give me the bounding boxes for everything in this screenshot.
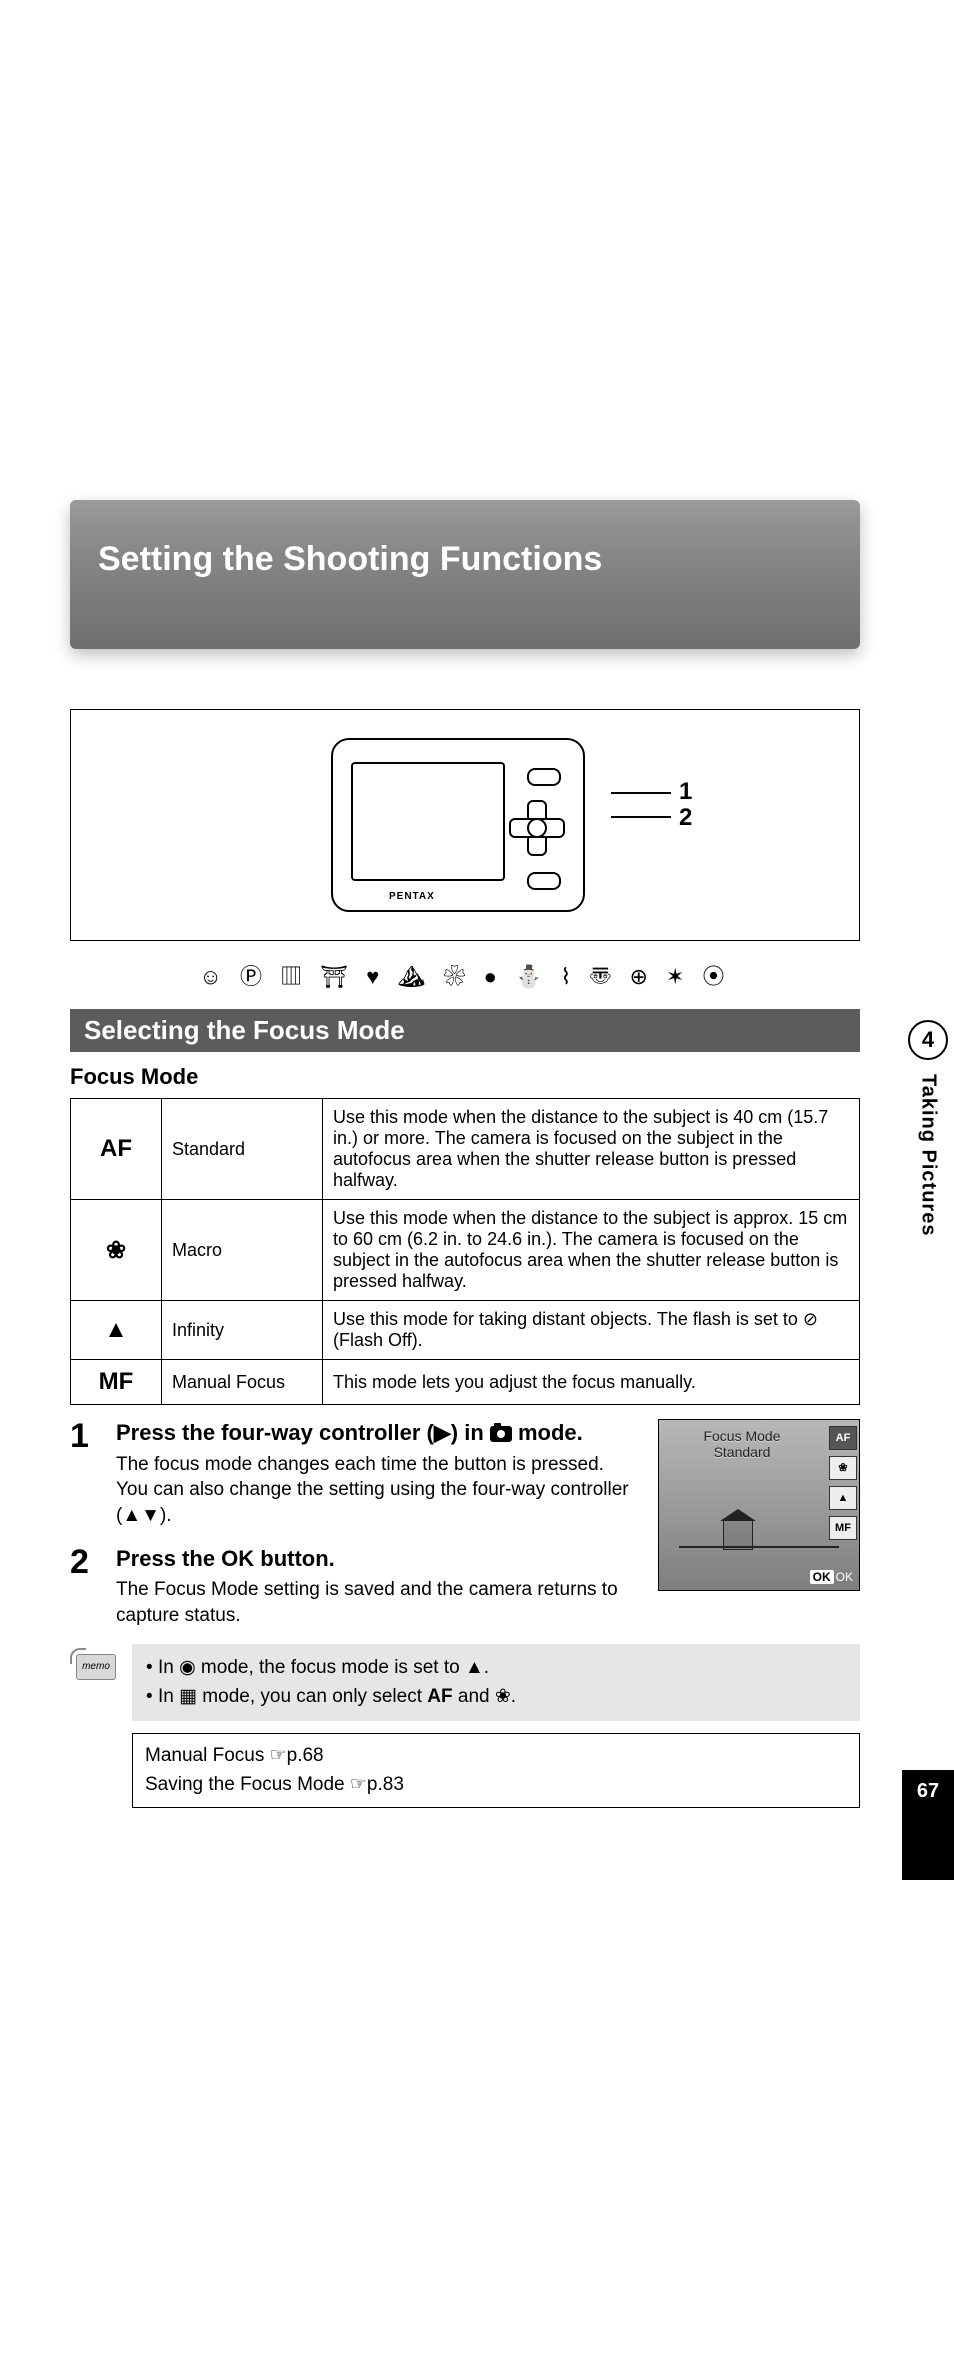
lcd-option-af: AF [829,1426,857,1450]
lcd-option-infinity: ▲ [829,1486,857,1510]
callout-number-2: 2 [679,804,692,832]
side-tab: 4 Taking Pictures 67 [902,500,954,1880]
focus-mode-table: AF Standard Use this mode when the dista… [70,1098,860,1405]
chapter-title: Setting the Shooting Functions [70,500,860,649]
ref-line-2: Saving the Focus Mode ☞p.83 [145,1771,847,1800]
memo-text: . [484,1657,489,1678]
infinity-icon: ▲ [465,1657,484,1678]
camera-mode-icon [490,1426,512,1442]
pier-icon [679,1546,839,1548]
macro-icon: ❀ [495,1686,511,1707]
four-way-controller-icon [509,800,561,852]
camera-top-button [527,768,561,786]
focus-name: Standard [162,1099,323,1200]
lcd-option-macro: ❀ [829,1456,857,1480]
focus-icon: ▲ [71,1301,162,1360]
mode-icon-row: ☺ Ⓟ ▥ ⛩ ♥ ⛰ ❀ ● ⛄ ⌇ 〠 ⊕ ✶ ⦿ [70,959,860,991]
memo-box: In ◉ mode, the focus mode is set to ▲. I… [132,1644,860,1721]
memo-text: . [511,1686,516,1707]
camera-screen [351,762,505,881]
memo-text: In [158,1657,179,1678]
lcd-scene [679,1516,799,1556]
camera-body: PENTAX [331,738,585,912]
callout-number-1: 1 [679,778,692,806]
lcd-title-line2: Standard [714,1444,771,1460]
focus-desc: This mode lets you adjust the focus manu… [323,1360,860,1405]
focus-icon: AF [71,1099,162,1200]
lcd-ok-label: OKOK [810,1570,853,1584]
lcd-preview: Focus Mode Standard AF ❀ ▲ MF OKOK [658,1419,860,1591]
memo-line-1: In ◉ mode, the focus mode is set to ▲. [146,1654,846,1683]
camera-illustration-box: PENTAX 1 2 [70,709,860,941]
table-row: MF Manual Focus This mode lets you adjus… [71,1360,860,1405]
step-description: The focus mode changes each time the but… [116,1452,640,1529]
af-text: AF [427,1686,452,1707]
focus-name: Infinity [162,1301,323,1360]
callout-line-2 [611,816,671,818]
lcd-title-line1: Focus Mode [703,1428,780,1444]
focus-desc: Use this mode for taking distant objects… [323,1301,860,1360]
step-title-part: Press the four-way controller (▶) in [116,1420,490,1445]
record-mode-icon: ◉ [179,1657,196,1678]
memo-icon: memo [70,1648,118,1684]
lcd-side-icons: AF ❀ ▲ MF [829,1426,855,1540]
table-row: ▲ Infinity Use this mode for taking dist… [71,1301,860,1360]
frame-mode-icon: ▦ [179,1686,197,1707]
memo-line-2: In ▦ mode, you can only select AF and ❀. [146,1683,846,1712]
side-label: Taking Pictures [917,1074,940,1236]
memo-text: mode, you can only select [197,1686,427,1707]
lcd-title: Focus Mode Standard [659,1428,825,1460]
page: Setting the Shooting Functions PENTAX 1 … [0,0,954,2363]
camera-bottom-button [527,872,561,890]
memo-text: mode, the focus mode is set to [196,1657,465,1678]
memo-label: memo [76,1654,116,1680]
table-title: Focus Mode [70,1064,860,1090]
step-description: The Focus Mode setting is saved and the … [116,1577,640,1628]
ok-text: OK [836,1570,853,1584]
focus-icon: MF [71,1360,162,1405]
memo-text: In [158,1686,179,1707]
focus-name: Macro [162,1200,323,1301]
steps-region: 1 Press the four-way controller (▶) in m… [70,1419,860,1628]
step-number: 1 [70,1419,98,1529]
focus-desc: Use this mode when the distance to the s… [323,1099,860,1200]
page-number: 67 [902,1770,954,1880]
ref-line-1: Manual Focus ☞p.68 [145,1742,847,1771]
section-heading: Selecting the Focus Mode [70,1009,860,1052]
focus-desc: Use this mode when the distance to the s… [323,1200,860,1301]
memo-text: and [453,1686,495,1707]
ok-badge: OK [810,1570,834,1584]
focus-name: Manual Focus [162,1360,323,1405]
lcd-option-mf: MF [829,1516,857,1540]
reference-box: Manual Focus ☞p.68 Saving the Focus Mode… [132,1733,860,1808]
step-number: 2 [70,1545,98,1629]
content-area: Setting the Shooting Functions PENTAX 1 … [70,500,860,1808]
dpad-center [527,818,547,838]
step-title: Press the four-way controller (▶) in mod… [116,1419,640,1448]
table-row: AF Standard Use this mode when the dista… [71,1099,860,1200]
chapter-number: 4 [908,1020,948,1060]
table-row: ❀ Macro Use this mode when the distance … [71,1200,860,1301]
step-title-part: mode. [512,1420,583,1445]
focus-icon: ❀ [71,1200,162,1301]
callout-line-1 [611,792,671,794]
brand-label: PENTAX [389,891,435,902]
step-title: Press the OK button. [116,1545,640,1574]
memo-row: memo In ◉ mode, the focus mode is set to… [70,1644,860,1721]
